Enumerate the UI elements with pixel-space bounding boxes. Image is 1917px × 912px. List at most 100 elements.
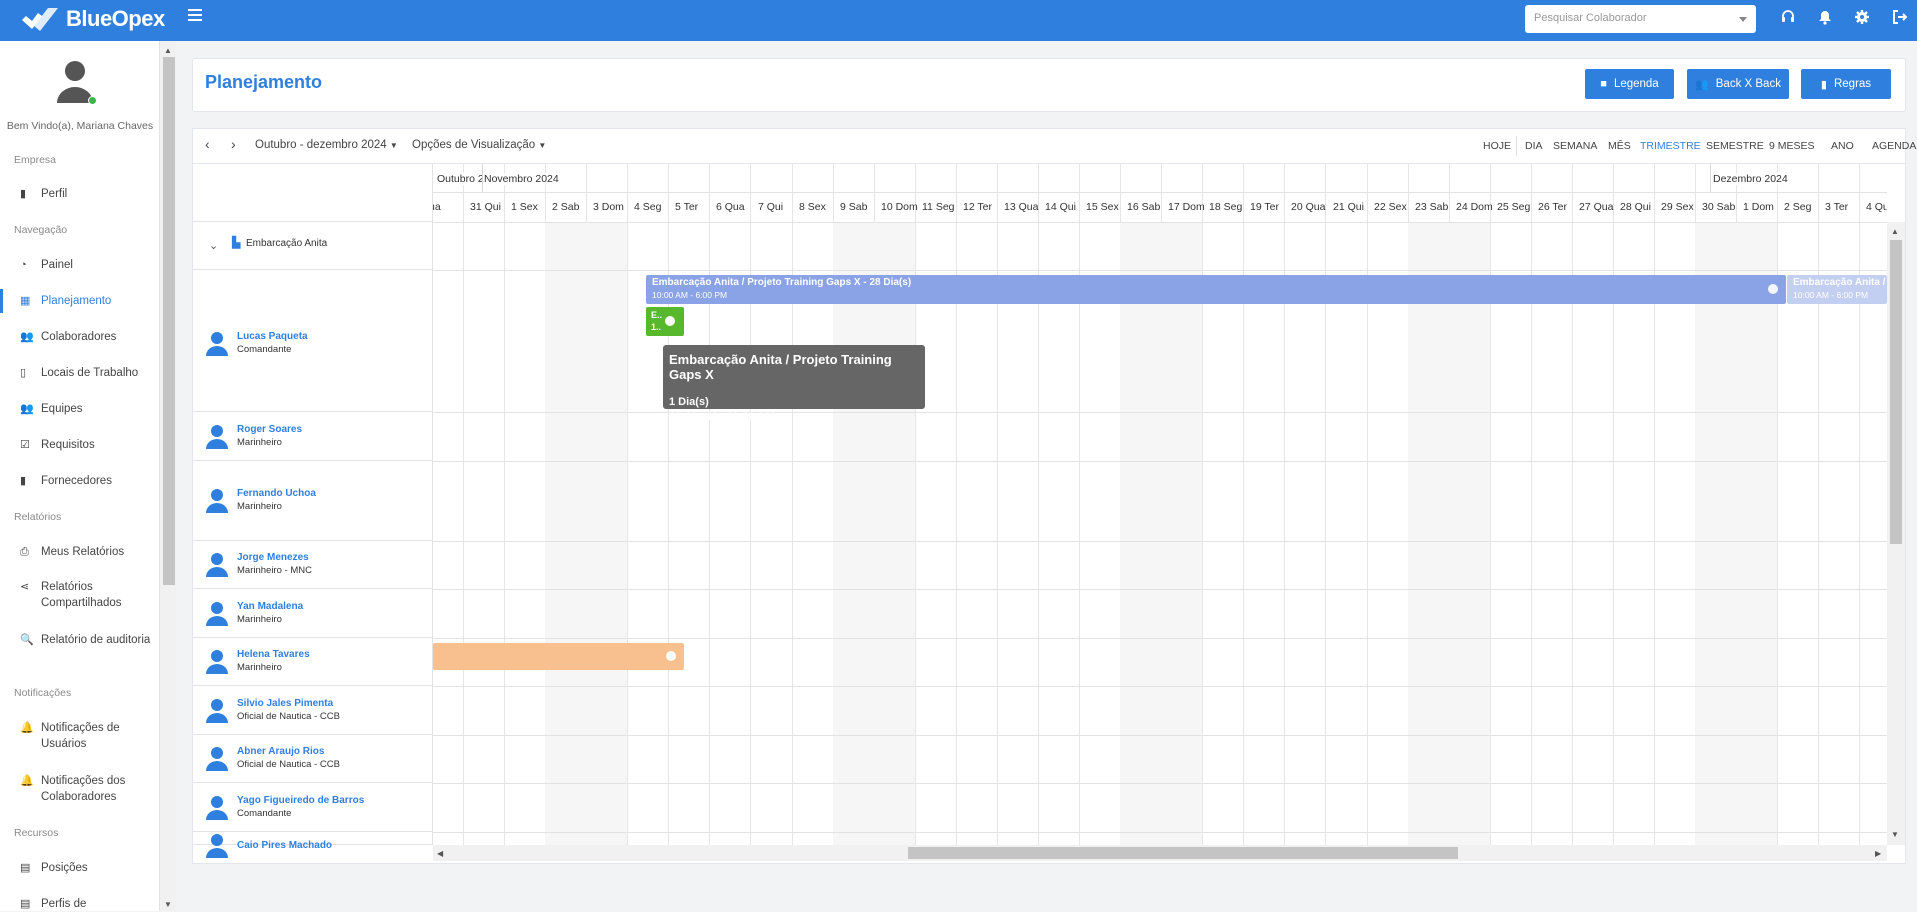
collaborator-search-select[interactable]: Pesquisar Colaborador bbox=[1525, 5, 1756, 33]
resource-header-cell bbox=[193, 164, 432, 222]
event-bar-small[interactable]: E.. 1.. bbox=[646, 307, 684, 336]
resource-row[interactable]: Yan Madalena Marinheiro bbox=[193, 589, 432, 638]
weekend-column bbox=[1120, 222, 1161, 845]
day-header: 4 Qua bbox=[1866, 201, 1887, 213]
view-button-1[interactable]: DIA bbox=[1525, 140, 1543, 152]
view-button-7[interactable]: ANO bbox=[1831, 140, 1854, 152]
event-info-icon[interactable] bbox=[665, 316, 675, 326]
day-header: 28 Qui bbox=[1620, 201, 1651, 213]
sidebar-item-meus-relatorios[interactable]: ⎙ Meus Relatórios bbox=[20, 544, 155, 560]
event-bar-orange[interactable] bbox=[433, 643, 684, 670]
sidebar-item-relatorio-auditoria[interactable]: 🔍 Relatório de auditoria bbox=[20, 632, 155, 648]
horizontal-scrollbar-thumb[interactable] bbox=[908, 847, 1458, 859]
person-name[interactable]: Yago Figueiredo de Barros bbox=[237, 794, 364, 807]
sidebar-item-requisitos[interactable]: ☑ Requisitos bbox=[20, 437, 155, 453]
vertical-scrollbar-thumb[interactable] bbox=[1890, 240, 1902, 544]
prev-arrow-icon[interactable]: ‹ bbox=[205, 136, 210, 152]
resource-column: ⌄ ▙ Embarcação Anita Lucas Paqueta Comand… bbox=[193, 164, 433, 858]
resource-row[interactable]: Fernando Uchoa Marinheiro bbox=[193, 461, 432, 541]
view-button-6[interactable]: 9 MESES bbox=[1769, 140, 1815, 152]
resource-row[interactable]: Jorge Menezes Marinheiro - MNC bbox=[193, 541, 432, 589]
timeline-grid[interactable]: ua 31 Qui 1 Sex 2 Sab 3 Dom 4 Seg 5 Ter 6 Qua 7 … bbox=[433, 164, 1887, 845]
resource-row[interactable]: Yago Figueiredo de Barros Comandante bbox=[193, 783, 432, 832]
sidebar-item-notificacoes-colaboradores[interactable]: 🔔 Notificações dos Colaboradores bbox=[20, 773, 155, 805]
day-header: 31 Qui bbox=[470, 201, 501, 213]
gear-icon[interactable] bbox=[1853, 9, 1871, 27]
scroll-right-arrow-icon[interactable]: ▶ bbox=[1875, 849, 1881, 858]
resource-row[interactable]: Helena Tavares Marinheiro bbox=[193, 638, 432, 686]
event-info-icon[interactable] bbox=[666, 651, 676, 661]
person-name[interactable]: Silvio Jales Pimenta bbox=[237, 697, 340, 710]
sidebar-item-perfis[interactable]: ▤ Perfis de bbox=[20, 896, 155, 912]
scroll-down-arrow-icon[interactable]: ▼ bbox=[164, 900, 172, 909]
view-button-2[interactable]: SEMANA bbox=[1553, 140, 1597, 152]
resource-row[interactable]: Roger Soares Marinheiro bbox=[193, 412, 432, 461]
scroll-left-arrow-icon[interactable]: ◀ bbox=[437, 849, 443, 858]
event-bar-main[interactable]: Embarcação Anita / Projeto Training Gaps… bbox=[646, 275, 1786, 304]
person-name[interactable]: Yan Madalena bbox=[237, 600, 303, 613]
next-arrow-icon[interactable]: › bbox=[231, 136, 236, 152]
sidebar-item-colaboradores[interactable]: 👥 Colaboradores bbox=[20, 329, 155, 345]
sidebar-item-label: Posições bbox=[41, 862, 88, 874]
sidebar-item-notificacoes-usuarios[interactable]: 🔔 Notificações de Usuários bbox=[20, 720, 155, 752]
day-header: 2 Seg bbox=[1784, 201, 1812, 213]
regras-button[interactable]: ▮ Regras bbox=[1801, 69, 1891, 99]
chevron-down-icon[interactable]: ⌄ bbox=[209, 239, 218, 252]
day-column-line bbox=[956, 164, 957, 845]
event-bar-next[interactable]: Embarcação Anita / 10:00 AM - 6:00 PM bbox=[1787, 275, 1887, 304]
sidebar-item-label: Relatórios Compartilhados bbox=[41, 581, 122, 609]
sidebar-item-perfil[interactable]: ▮ Perfil bbox=[20, 186, 155, 202]
view-options-select[interactable]: Opções de Visualização ▼ bbox=[412, 139, 546, 151]
bell-icon[interactable] bbox=[1816, 9, 1834, 27]
person-role: Comandante bbox=[237, 807, 292, 819]
button-label: Regras bbox=[1833, 78, 1872, 90]
person-entry: Yan Madalena Marinheiro bbox=[205, 600, 303, 626]
sidebar-item-relatorios-compartilhados[interactable]: ⋖ Relatórios Compartilhados bbox=[20, 579, 155, 611]
sidebar-item-painel[interactable]: ◔ Painel bbox=[20, 257, 155, 273]
person-name[interactable]: Jorge Menezes bbox=[237, 551, 312, 564]
person-role: Marinheiro bbox=[237, 436, 282, 448]
person-name[interactable]: Lucas Paqueta bbox=[237, 330, 308, 343]
view-button-5[interactable]: SEMESTRE bbox=[1706, 140, 1764, 152]
headset-icon[interactable] bbox=[1779, 9, 1797, 27]
resource-row[interactable]: Caio Pires Machado bbox=[193, 832, 432, 858]
logo[interactable]: BlueOpex bbox=[20, 4, 165, 34]
person-name[interactable]: Caio Pires Machado bbox=[237, 839, 332, 852]
resource-row[interactable]: Lucas Paqueta Comandante bbox=[193, 270, 432, 412]
back-x-back-button[interactable]: 👥 Back X Back bbox=[1687, 69, 1789, 99]
person-name[interactable]: Helena Tavares bbox=[237, 648, 310, 661]
event-info-icon[interactable] bbox=[1768, 284, 1778, 294]
scroll-up-arrow-icon[interactable]: ▲ bbox=[164, 46, 172, 55]
group-row[interactable]: ⌄ ▙ Embarcação Anita bbox=[193, 222, 432, 270]
date-range-select[interactable]: Outubro - dezembro 2024 ▼ bbox=[255, 139, 398, 151]
view-button-4[interactable]: TRIMESTRE bbox=[1640, 140, 1701, 152]
day-column-line bbox=[1243, 164, 1244, 845]
day-column-line bbox=[1202, 164, 1203, 845]
resource-row[interactable]: Abner Araujo Rios Oficial de Nautica - CC… bbox=[193, 735, 432, 783]
resource-row[interactable]: Silvio Jales Pimenta Oficial de Nautica -… bbox=[193, 686, 432, 735]
scroll-up-arrow-icon[interactable]: ▲ bbox=[1891, 227, 1899, 236]
legenda-button[interactable]: ■ Legenda bbox=[1585, 69, 1674, 99]
person-name[interactable]: Roger Soares bbox=[237, 423, 302, 436]
sidebar-item-posicoes[interactable]: ▤ Posições bbox=[20, 860, 155, 876]
logout-icon[interactable] bbox=[1891, 9, 1909, 27]
row-line bbox=[433, 686, 1887, 687]
person-name[interactable]: Fernando Uchoa bbox=[237, 487, 316, 500]
person-avatar-icon bbox=[206, 332, 228, 356]
sidebar-item-equipes[interactable]: 👥 Equipes bbox=[20, 401, 155, 417]
sidebar-item-locais[interactable]: ▯ Locais de Trabalho bbox=[20, 365, 155, 381]
view-button-8[interactable]: AGENDA bbox=[1872, 140, 1916, 152]
menu-toggle-icon[interactable] bbox=[188, 9, 202, 23]
view-button-3[interactable]: MÊS bbox=[1608, 140, 1631, 152]
view-button-0[interactable]: HOJE bbox=[1483, 140, 1511, 152]
person-name[interactable]: Abner Araujo Rios bbox=[237, 745, 340, 758]
day-header: 23 Sab bbox=[1415, 201, 1449, 213]
sidebar-item-planejamento[interactable]: ▦ Planejamento bbox=[20, 293, 155, 309]
sidebar-scrollbar-thumb[interactable] bbox=[163, 57, 175, 585]
day-header: 14 Qui bbox=[1045, 201, 1076, 213]
day-header: ua bbox=[433, 201, 441, 213]
day-header: 1 Sex bbox=[511, 201, 538, 213]
sidebar-item-fornecedores[interactable]: ▮ Fornecedores bbox=[20, 473, 155, 489]
month-header: Dezembro 2024 bbox=[1713, 173, 1788, 185]
scroll-down-arrow-icon[interactable]: ▼ bbox=[1891, 830, 1899, 839]
